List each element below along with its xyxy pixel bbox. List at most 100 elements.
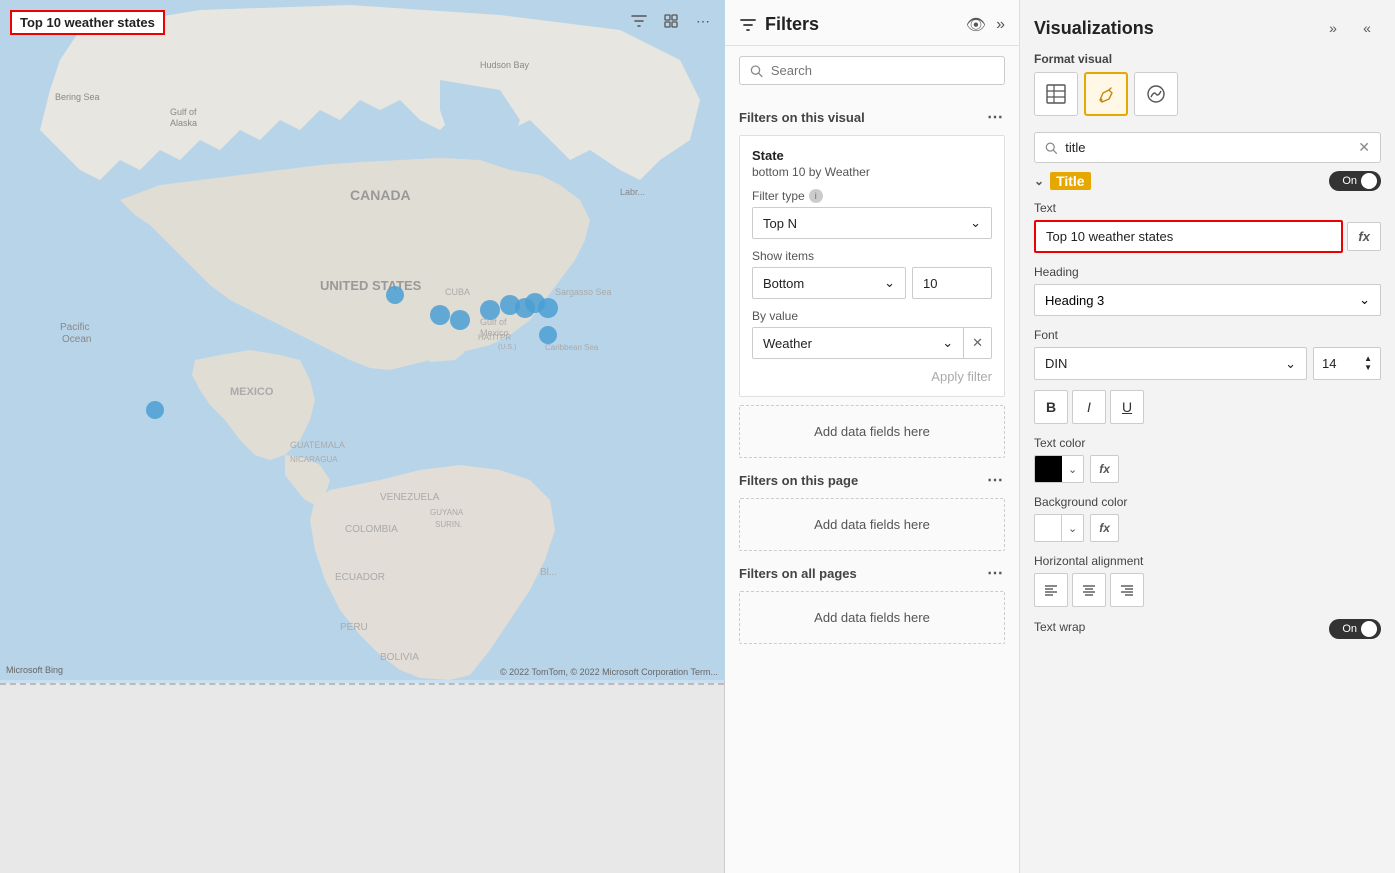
spinner-arrows: ▲ ▼ (1364, 355, 1372, 372)
chevron-down-icon: ⌄ (1359, 292, 1370, 308)
filter-type-select[interactable]: Top N ⌄ (752, 207, 992, 239)
bg-color-swatch-wrap[interactable]: ⌄ (1034, 514, 1084, 542)
text-color-row: ⌄ fx (1034, 455, 1381, 483)
filters-visual-more[interactable]: ⋯ (987, 107, 1005, 127)
font-size-select[interactable]: 14 ▲ ▼ (1313, 347, 1381, 380)
text-wrap-toggle[interactable]: On (1329, 619, 1381, 639)
svg-text:Sargasso Sea: Sargasso Sea (555, 287, 612, 297)
svg-text:Pacific: Pacific (60, 322, 89, 333)
title-section-header: ⌄ Title On (1034, 171, 1381, 191)
show-items-direction-select[interactable]: Bottom ⌄ (752, 267, 906, 299)
svg-text:(U.S.): (U.S.) (498, 344, 516, 351)
by-value-label: By value (752, 309, 992, 323)
show-items-label: Show items (752, 249, 992, 263)
filter-search-box[interactable] (739, 56, 1005, 85)
filter-icon[interactable] (626, 8, 652, 34)
filters-title-row: Filters (739, 14, 819, 35)
svg-text:SURIN.: SURIN. (435, 520, 462, 529)
collapse-left-icon[interactable]: « (1353, 14, 1381, 42)
filter-card-subtitle: bottom 10 by Weather (752, 165, 992, 179)
show-items-row: Show items Bottom ⌄ 10 (752, 249, 992, 299)
by-value-select[interactable]: Weather ⌄ (752, 327, 964, 359)
map-copyright: © 2022 TomTom, © 2022 Microsoft Corporat… (500, 667, 718, 677)
add-data-fields-all-pages[interactable]: Add data fields here (739, 591, 1005, 644)
clear-search-icon[interactable]: ✕ (1358, 139, 1370, 156)
visualizations-panel: Visualizations » « Format visual (1020, 0, 1395, 873)
heading-dropdown[interactable]: Heading 3 ⌄ (1034, 284, 1381, 316)
eye-icon[interactable]: 👁 (966, 15, 986, 35)
filter-type-row: Filter type i Top N ⌄ (752, 189, 992, 239)
alignment-row (1034, 573, 1381, 607)
add-data-fields-page[interactable]: Add data fields here (739, 498, 1005, 551)
map-lower-area (0, 683, 724, 873)
font-property-label: Font (1034, 328, 1381, 342)
toggle-circle (1361, 621, 1377, 637)
expand-icon[interactable]: » (996, 16, 1005, 34)
font-family-select[interactable]: DIN ⌄ (1034, 347, 1307, 380)
svg-text:GUYANA: GUYANA (430, 508, 464, 517)
viz-search-input[interactable] (1065, 140, 1350, 155)
text-color-fx-button[interactable]: fx (1090, 455, 1119, 483)
filters-panel-title: Filters (765, 14, 819, 35)
viz-header-icons: » « (1319, 14, 1381, 42)
filters-all-pages-more[interactable]: ⋯ (987, 563, 1005, 583)
text-color-swatch-wrap[interactable]: ⌄ (1034, 455, 1084, 483)
add-data-fields-visual[interactable]: Add data fields here (739, 405, 1005, 458)
map-toolbar: ⋯ (626, 8, 716, 34)
svg-text:UNITED STATES: UNITED STATES (320, 278, 422, 293)
filters-page-more[interactable]: ⋯ (987, 470, 1005, 490)
viz-scroll: ⌄ Title On Text Text fx Heading (1020, 171, 1395, 873)
map-title-badge: Top 10 weather states (10, 10, 165, 35)
title-toggle[interactable]: On (1329, 171, 1381, 191)
chevron-down-icon: ⌄ (884, 275, 895, 291)
svg-text:GUATEMALA: GUATEMALA (290, 440, 345, 450)
svg-text:Caribbean Sea: Caribbean Sea (545, 343, 599, 352)
map-area: Top 10 weather states ⋯ (0, 0, 725, 873)
bold-button[interactable]: B (1034, 390, 1068, 424)
svg-text:HAITI: HAITI (478, 333, 498, 342)
svg-text:PERU: PERU (340, 622, 368, 633)
title-section-label: ⌄ Title (1034, 172, 1091, 190)
chevron-down-icon[interactable]: ⌄ (1034, 174, 1044, 188)
title-text-input[interactable] (1034, 220, 1343, 253)
chevron-down-icon: ⌄ (970, 215, 981, 231)
by-value-clear-button[interactable]: ✕ (964, 327, 992, 359)
filter-search-input[interactable] (771, 63, 994, 78)
apply-filter-button[interactable]: Apply filter (752, 369, 992, 384)
svg-text:MEXICO: MEXICO (230, 386, 274, 398)
svg-text:NICARAGUA: NICARAGUA (290, 455, 338, 464)
svg-text:Labr...: Labr... (620, 187, 645, 197)
map-visualization: Bering Sea Gulf of Alaska Pacific Ocean … (0, 0, 725, 680)
filter-field-name: State (752, 148, 992, 163)
viz-tabs (1020, 72, 1395, 116)
underline-button[interactable]: U (1110, 390, 1144, 424)
bg-color-dropdown[interactable]: ⌄ (1062, 514, 1084, 542)
expand-right-icon[interactable]: » (1319, 14, 1347, 42)
svg-text:CUBA: CUBA (445, 287, 470, 297)
more-options-icon[interactable]: ⋯ (690, 8, 716, 34)
viz-search-icon (1045, 141, 1057, 155)
text-wrap-label: Text wrap (1034, 620, 1085, 634)
filters-on-page-section: Filters on this page ⋯ (739, 470, 1005, 490)
bg-color-fx-button[interactable]: fx (1090, 514, 1119, 542)
filters-header-icons: 👁 » (966, 15, 1005, 35)
show-items-count[interactable]: 10 (912, 267, 992, 299)
font-row: DIN ⌄ 14 ▲ ▼ (1034, 347, 1381, 380)
tab-analytics-view[interactable] (1134, 72, 1178, 116)
title-text-fx-button[interactable]: Text fx (1347, 222, 1381, 251)
chevron-down-icon: ⌄ (942, 335, 953, 351)
italic-button[interactable]: I (1072, 390, 1106, 424)
filter-type-label: Filter type i (752, 189, 992, 203)
filters-on-visual-section: Filters on this visual ⋯ (739, 107, 1005, 127)
text-color-label: Text color (1034, 436, 1381, 450)
svg-text:Gulf of: Gulf of (170, 107, 197, 117)
search-icon (750, 64, 763, 78)
align-right-button[interactable] (1110, 573, 1144, 607)
tab-format-view[interactable] (1084, 72, 1128, 116)
focus-icon[interactable] (658, 8, 684, 34)
align-center-button[interactable] (1072, 573, 1106, 607)
align-left-button[interactable] (1034, 573, 1068, 607)
text-color-dropdown[interactable]: ⌄ (1062, 455, 1084, 483)
viz-search-row[interactable]: ✕ (1034, 132, 1381, 163)
tab-table-view[interactable] (1034, 72, 1078, 116)
